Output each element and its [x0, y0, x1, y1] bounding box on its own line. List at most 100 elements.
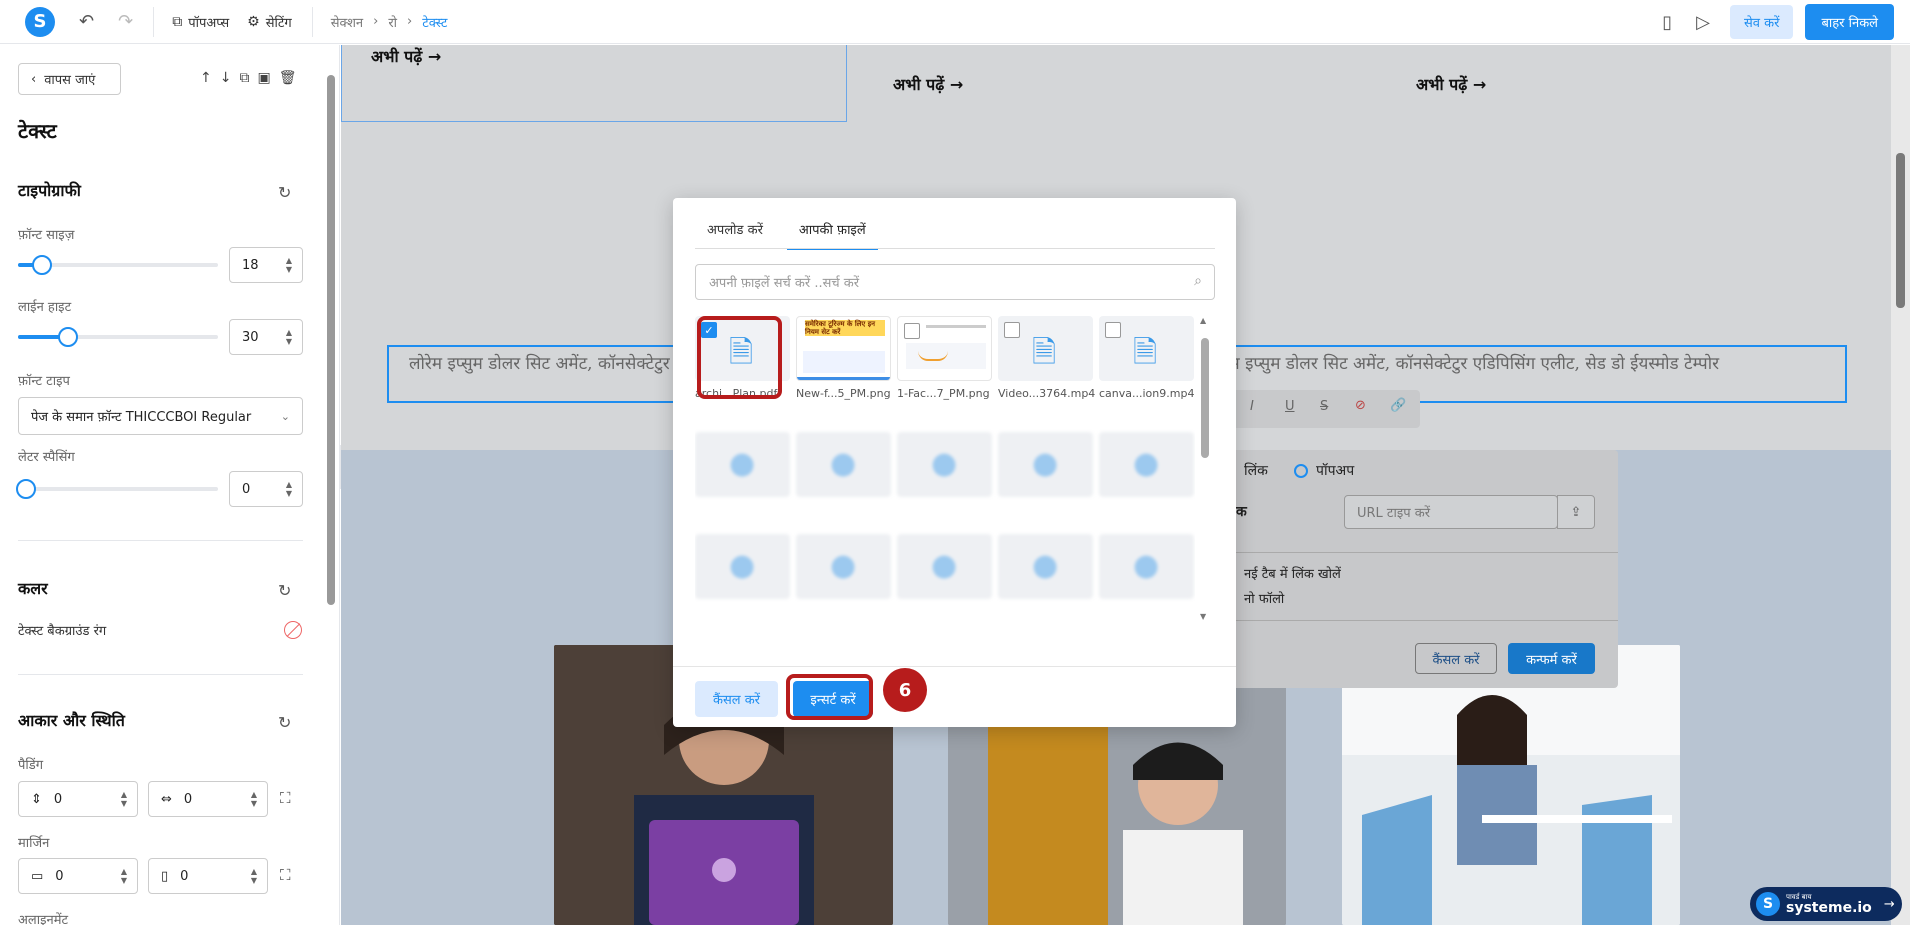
stepper-icon[interactable]: ▲ ▼: [251, 790, 257, 808]
mobile-preview-icon[interactable]: ▯: [1662, 12, 1672, 33]
search-icon[interactable]: ⌕: [1194, 273, 1202, 289]
url-input[interactable]: URL टाइप करें: [1344, 495, 1558, 529]
divider: [1236, 552, 1618, 553]
expand-icon[interactable]: ⛶: [280, 789, 291, 807]
slider-knob[interactable]: [58, 327, 78, 347]
move-up-icon[interactable]: ↑: [200, 70, 212, 86]
divider: [1236, 620, 1618, 621]
expand-icon[interactable]: ⛶: [280, 866, 291, 884]
stepper-icon[interactable]: ▲ ▼: [121, 790, 127, 808]
read-more-link[interactable]: अभी पढ़ें →: [893, 73, 963, 95]
file-checkbox[interactable]: [1004, 322, 1020, 338]
file-tile-image[interactable]: [897, 316, 992, 381]
branding-text: पावर्ड बाय systeme.io: [1786, 893, 1872, 915]
scrollbar-thumb[interactable]: [327, 75, 335, 605]
move-down-icon[interactable]: ↓: [220, 70, 232, 86]
file-tile-loading: ●: [1099, 534, 1194, 599]
clear-format-icon[interactable]: ⊘: [1355, 398, 1366, 413]
read-more-link[interactable]: अभी पढ़ें →: [1416, 73, 1486, 95]
file-checkbox[interactable]: [904, 323, 920, 339]
letter-spacing-value: 0: [242, 481, 251, 497]
save-block-icon[interactable]: ▣: [257, 70, 270, 86]
line-height-input[interactable]: 30 ▲ ▼: [229, 319, 303, 355]
reset-icon[interactable]: ↻: [278, 183, 291, 202]
file-checkbox[interactable]: [1105, 322, 1121, 338]
document-icon: ●: [729, 548, 756, 583]
file-search-input[interactable]: अपनी फ़ाइलें सर्च करें ..सर्च करें ⌕: [695, 264, 1215, 300]
padding-horizontal-input[interactable]: ⇔ 0 ▲ ▼: [148, 781, 268, 817]
page-scrollbar[interactable]: [1891, 45, 1910, 925]
document-icon: ●: [729, 446, 756, 481]
undo-icon[interactable]: ↶: [79, 11, 94, 32]
stepper-icon[interactable]: ▲ ▼: [286, 480, 292, 498]
panel-title: टेक्स्ट: [18, 119, 57, 143]
padding-label: पैडिंग: [18, 758, 44, 773]
link-option-label[interactable]: लिंक: [1244, 461, 1268, 480]
tab-upload[interactable]: अपलोड करें: [695, 220, 775, 250]
link-icon[interactable]: 🔗: [1390, 398, 1406, 413]
settings-button[interactable]: ⚙ सेटिंग: [247, 13, 292, 31]
stepper-icon[interactable]: ▲ ▼: [286, 328, 292, 346]
margin-horizontal-input[interactable]: ▯ 0 ▲ ▼: [148, 858, 268, 894]
modal-tabs: अपलोड करें आपकी फ़ाइलें: [695, 220, 878, 250]
powered-by-badge[interactable]: S पावर्ड बाय systeme.io →: [1750, 887, 1902, 921]
file-tile-video[interactable]: 🗎: [1099, 316, 1194, 381]
stepper-icon[interactable]: ▲ ▼: [121, 867, 127, 885]
font-size-slider[interactable]: [18, 255, 218, 275]
new-tab-option[interactable]: नई टैब में लिंक खोलें: [1244, 564, 1341, 582]
font-size-input[interactable]: 18 ▲ ▼: [229, 247, 303, 283]
typography-heading: टाइपोग्राफी: [18, 181, 81, 200]
strikethrough-icon[interactable]: S: [1320, 399, 1328, 414]
reset-icon[interactable]: ↻: [278, 581, 291, 600]
thumbnail-image: [803, 351, 885, 373]
redo-icon[interactable]: ↷: [118, 11, 133, 32]
play-icon[interactable]: ▷: [1696, 12, 1710, 33]
file-tile-image[interactable]: समेरिका टूरिज्म के लिए इन नियम सेट करें: [796, 316, 891, 381]
save-button[interactable]: सेव करें: [1730, 5, 1794, 39]
panel-scrollbar[interactable]: [325, 55, 335, 915]
size-position-heading: आकार और स्थिति: [18, 711, 125, 730]
breadcrumb-text[interactable]: टेक्स्ट: [422, 13, 447, 31]
read-more-link[interactable]: अभी पढ़ें →: [371, 45, 441, 67]
letter-spacing-input[interactable]: 0 ▲ ▼: [229, 471, 303, 507]
scroll-down-icon[interactable]: ▼: [1200, 612, 1206, 621]
breadcrumb-section[interactable]: सेक्शन: [331, 13, 363, 31]
back-button[interactable]: ‹ वापस जाएं: [18, 63, 121, 95]
link-confirm-button[interactable]: कन्फर्म करें: [1508, 643, 1595, 674]
modal-footer-divider: [673, 666, 1236, 667]
scroll-up-icon[interactable]: ▲: [1200, 316, 1206, 325]
padding-vertical-input[interactable]: ⇕ 0 ▲ ▼: [18, 781, 138, 817]
font-type-select[interactable]: पेज के समान फ़ॉन्ट THICCCBOI Regular ⌄: [18, 397, 303, 435]
no-color-icon[interactable]: [284, 621, 302, 639]
popup-option-label[interactable]: पॉपअप: [1316, 461, 1354, 480]
tab-your-files[interactable]: आपकी फ़ाइलें: [786, 220, 878, 250]
reset-icon[interactable]: ↻: [278, 713, 291, 732]
slider-knob[interactable]: [32, 255, 52, 275]
line-height-slider[interactable]: [18, 327, 218, 347]
nofollow-option[interactable]: नो फॉलो: [1244, 589, 1284, 607]
underline-icon[interactable]: U: [1285, 399, 1295, 414]
font-type-label: फ़ॉन्ट टाइप: [18, 374, 70, 389]
margin-vertical-input[interactable]: ▭ 0 ▲ ▼: [18, 858, 138, 894]
italic-icon[interactable]: I: [1250, 399, 1254, 414]
stepper-icon[interactable]: ▲ ▼: [251, 867, 257, 885]
upload-button[interactable]: ⇪: [1557, 495, 1595, 529]
stepper-icon[interactable]: ▲ ▼: [286, 256, 292, 274]
scrollbar-thumb[interactable]: [1201, 338, 1209, 458]
scrollbar-thumb[interactable]: [1896, 153, 1905, 308]
popups-button[interactable]: ⧉ पॉपअप्स: [172, 13, 229, 31]
file-tile-video[interactable]: 🗎: [998, 316, 1093, 381]
systeme-logo[interactable]: S: [25, 6, 55, 37]
file-grid-scrollbar[interactable]: ▲ ▼: [1199, 316, 1211, 622]
popup-radio[interactable]: [1294, 464, 1308, 478]
exit-button[interactable]: बाहर निकले: [1805, 4, 1894, 40]
duplicate-icon[interactable]: ⧉: [239, 70, 249, 86]
trash-icon[interactable]: 🗑: [279, 70, 297, 86]
breadcrumb-row[interactable]: रो: [388, 13, 397, 31]
cancel-button[interactable]: कैंसल करें: [695, 681, 778, 717]
letter-spacing-slider[interactable]: [16, 479, 218, 499]
settings-panel: ‹ वापस जाएं ↑ ↓ ⧉ ▣ 🗑 टेक्स्ट टाइपोग्राफ…: [0, 45, 340, 925]
chevron-down-icon: ⌄: [280, 409, 290, 423]
link-cancel-button[interactable]: कैंसल करें: [1415, 643, 1497, 674]
slider-knob[interactable]: [16, 479, 36, 499]
